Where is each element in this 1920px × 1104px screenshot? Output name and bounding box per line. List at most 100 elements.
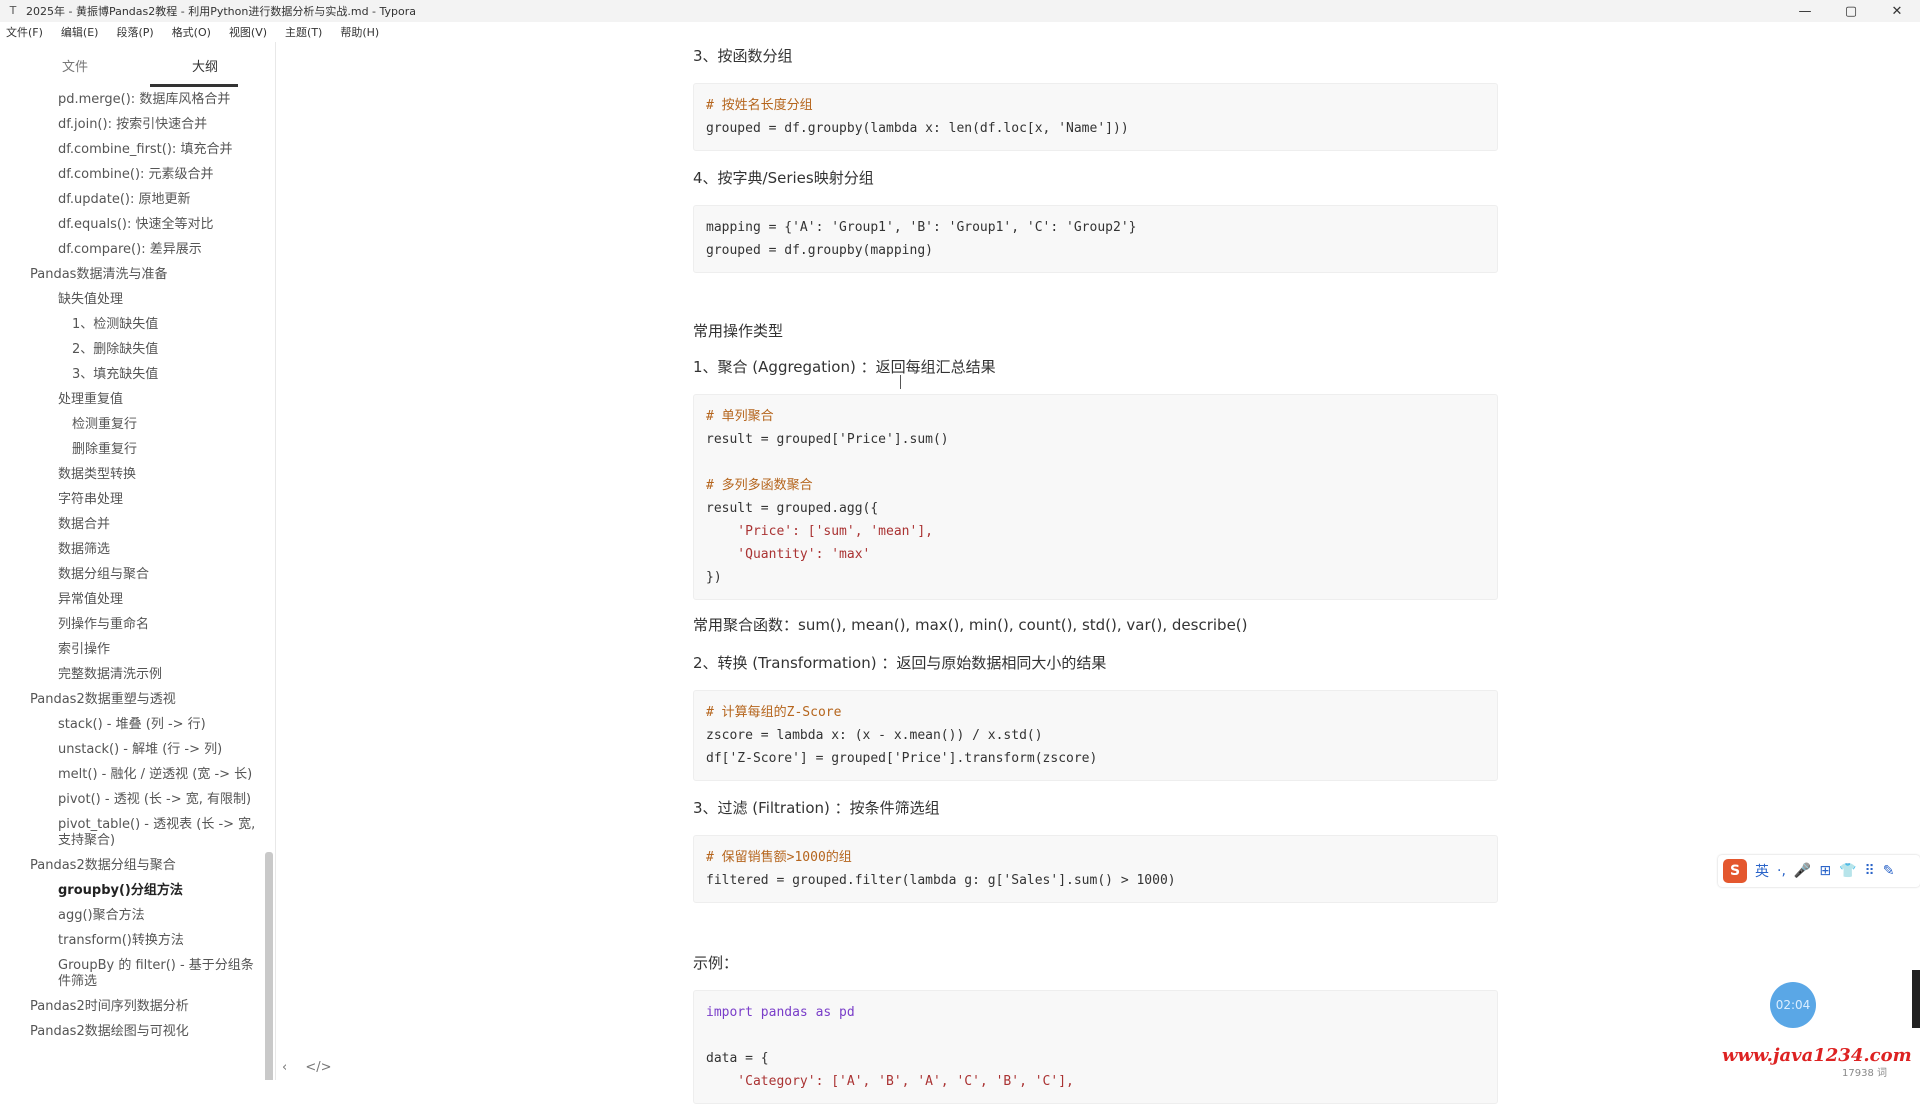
code-line: 'Price': ['sum', 'mean'], [706,524,933,539]
outline-item[interactable]: 2、删除缺失值 [0,338,268,363]
outline-item[interactable]: 数据类型转换 [0,463,268,488]
outline-item[interactable]: Pandas2时间序列数据分析 [0,995,268,1020]
outline-list: pd.merge(): 数据库风格合并 df.join(): 按索引快速合并 df.… [0,88,268,1045]
code-line: df['Z-Score'] = grouped['Price'].transfo… [706,751,1098,766]
outline-item[interactable]: Pandas2数据重塑与透视 [0,688,268,713]
tab-outline[interactable]: 大纲 [140,56,270,75]
outline-item[interactable]: 删除重复行 [0,438,268,463]
menu-paragraph[interactable]: 段落(P) [116,24,153,40]
outline-item[interactable]: 数据分组与聚合 [0,563,268,588]
outline-item[interactable]: pivot() - 透视 (长 -> 宽, 有限制) [0,788,268,813]
code-line: 'Quantity': 'max' [706,547,871,562]
title-bar: T 2025年 - 黄振博Pandas2教程 - 利用Python进行数据分析与… [0,0,1920,22]
outline-item[interactable]: 1、检测缺失值 [0,313,268,338]
outline-item[interactable]: groupby()分组方法 [0,879,268,904]
sidebar-scrollbar[interactable] [265,852,273,1080]
code-line: 'Category': ['A', 'B', 'A', 'C', 'B', 'C… [706,1074,1074,1089]
code-block-dict-group[interactable]: mapping = {'A': 'Group1', 'B': 'Group1',… [693,205,1498,273]
ime-keyboard-icon[interactable]: ⊞ [1819,863,1831,879]
outline-item[interactable]: 异常值处理 [0,588,268,613]
close-button[interactable]: ✕ [1874,0,1920,22]
ime-lang-toggle[interactable]: 英 [1755,861,1769,881]
ime-voice-icon[interactable]: 🎤 [1794,863,1811,879]
outline-item[interactable]: df.update(): 原地更新 [0,188,268,213]
ime-toolbar[interactable]: S 英 ·, 🎤 ⊞ 👕 ⠿ ✎ [1718,855,1920,887]
outline-item[interactable]: df.combine_first(): 填充合并 [0,138,268,163]
heading-by-dict: 4、按字典/Series映射分组 [693,169,874,187]
outline-item[interactable]: pd.merge(): 数据库风格合并 [0,88,268,113]
code-comment: # 多列多函数聚合 [706,478,813,493]
menu-help[interactable]: 帮助(H) [340,24,379,40]
agg-functions-paragraph: 常用聚合函数：sum(), mean(), max(), min(), coun… [693,616,1248,634]
ime-punctuation-icon[interactable]: ·, [1777,863,1786,879]
code-line: grouped = df.groupby(mapping) [706,243,933,258]
ime-handwrite-icon[interactable]: ✎ [1883,863,1895,879]
outline-item[interactable]: 完整数据清洗示例 [0,663,268,688]
word-count[interactable]: 17938 词 [1842,1064,1887,1079]
outline-item[interactable]: 索引操作 [0,638,268,663]
outline-item[interactable]: 检测重复行 [0,413,268,438]
typora-app-icon: T [9,4,17,17]
outline-item[interactable]: 处理重复值 [0,388,268,413]
outline-item[interactable]: df.combine(): 元素级合并 [0,163,268,188]
ime-toolbox-icon[interactable]: ⠿ [1865,863,1875,879]
outline-item[interactable]: 数据合并 [0,513,268,538]
menu-bar: 文件(F) 编辑(E) 段落(P) 格式(O) 视图(V) 主题(T) 帮助(H… [0,22,1920,42]
menu-theme[interactable]: 主题(T) [285,24,322,40]
heading-by-function: 3、按函数分组 [693,47,793,65]
outline-item[interactable]: transform()转换方法 [0,929,268,954]
menu-view[interactable]: 视图(V) [229,24,267,40]
code-block-filtration[interactable]: # 保留销售额>1000的组 filtered = grouped.filter… [693,835,1498,903]
code-block-function-group[interactable]: # 按姓名长度分组 grouped = df.groupby(lambda x:… [693,83,1498,151]
outline-item[interactable]: agg()聚合方法 [0,904,268,929]
ime-skin-icon[interactable]: 👕 [1839,863,1856,879]
code-line: zscore = lambda x: (x - x.mean()) / x.st… [706,728,1043,743]
outline-item[interactable]: melt() - 融化 / 逆透视 (宽 -> 长) [0,763,268,788]
menu-file[interactable]: 文件(F) [6,24,43,40]
outline-item[interactable]: 3、填充缺失值 [0,363,268,388]
code-comment: # 计算每组的Z-Score [706,705,842,720]
code-block-transformation[interactable]: # 计算每组的Z-Score zscore = lambda x: (x - x… [693,690,1498,781]
outline-item[interactable]: 数据筛选 [0,538,268,563]
code-comment: # 保留销售额>1000的组 [706,850,852,865]
collapse-sidebar-icon[interactable]: ‹ [282,1060,287,1075]
code-line: grouped = df.groupby(lambda x: len(df.lo… [706,121,1129,136]
code-comment: # 单列聚合 [706,409,774,424]
window-title: 2025年 - 黄振博Pandas2教程 - 利用Python进行数据分析与实战… [26,5,416,18]
outline-item[interactable]: 缺失值处理 [0,288,268,313]
heading-filtration: 3、过滤 (Filtration) ：按条件筛选组 [693,799,940,817]
outline-item[interactable]: df.join(): 按索引快速合并 [0,113,268,138]
code-block-aggregation[interactable]: # 单列聚合 result = grouped['Price'].sum() #… [693,394,1498,600]
code-line: data = { [706,1051,769,1066]
window-edge [1912,970,1920,1028]
outline-item[interactable]: Pandas2数据绘图与可视化 [0,1020,268,1045]
heading-common-ops: 常用操作类型 [693,322,784,340]
outline-item[interactable]: 字符串处理 [0,488,268,513]
code-block-example[interactable]: import pandas as pd data = { 'Category':… [693,990,1498,1104]
tab-files[interactable]: 文件 [10,56,140,75]
active-tab-indicator [150,84,238,87]
sogou-logo-icon: S [1723,859,1747,883]
outline-item[interactable]: GroupBy 的 filter() - 基于分组条件筛选 [0,954,268,995]
recording-timer[interactable]: 02:04 [1770,982,1816,1028]
code-line: mapping = {'A': 'Group1', 'B': 'Group1',… [706,220,1137,235]
sidebar-tabs: 文件 大纲 [0,42,275,88]
code-line: }) [706,570,722,585]
maximize-button[interactable]: ▢ [1828,0,1874,22]
outline-item[interactable]: Pandas数据清洗与准备 [0,263,268,288]
sidebar: 文件 大纲 pd.merge(): 数据库风格合并 df.join(): 按索引快… [0,42,276,1080]
outline-item[interactable]: df.compare(): 差异展示 [0,238,268,263]
menu-format[interactable]: 格式(O) [172,24,211,40]
menu-edit[interactable]: 编辑(E) [61,24,99,40]
outline-item[interactable]: 列操作与重命名 [0,613,268,638]
outline-item[interactable]: Pandas2数据分组与聚合 [0,854,268,879]
code-line: import pandas as pd [706,1005,855,1020]
outline-item[interactable]: pivot_table() - 透视表 (长 -> 宽, 支持聚合) [0,813,268,854]
editor-content[interactable]: 3、按函数分组 # 按姓名长度分组 grouped = df.groupby(l… [693,42,1498,1104]
source-code-mode-icon[interactable]: </> [305,1060,331,1075]
outline-item[interactable]: df.equals(): 快速全等对比 [0,213,268,238]
minimize-button[interactable]: — [1782,0,1828,22]
code-comment: # 按姓名长度分组 [706,98,813,113]
outline-item[interactable]: stack() - 堆叠 (列 -> 行) [0,713,268,738]
outline-item[interactable]: unstack() - 解堆 (行 -> 列) [0,738,268,763]
